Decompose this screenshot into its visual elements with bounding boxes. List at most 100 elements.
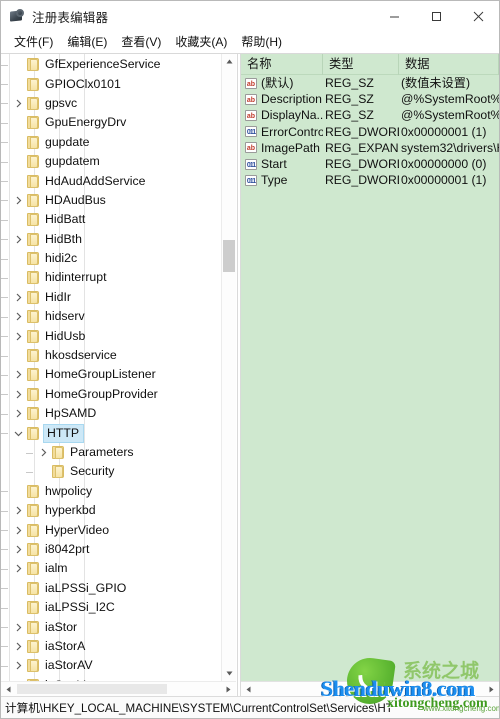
value-row[interactable]: ab DescriptionREG_SZ @%SystemRoot%\s xyxy=(241,91,499,107)
values-scroll-right-icon[interactable] xyxy=(484,682,499,697)
folder-icon xyxy=(51,465,66,479)
tree-item-hidinterrupt[interactable]: hidinterrupt xyxy=(1,268,221,287)
chevron-right-icon[interactable] xyxy=(11,623,26,632)
tree-item-hidbatt[interactable]: HidBatt xyxy=(1,210,221,229)
tree-item-hwpolicy[interactable]: hwpolicy xyxy=(1,482,221,501)
tree-item-hyperkbd[interactable]: hyperkbd xyxy=(1,501,221,520)
close-button[interactable] xyxy=(457,1,499,31)
menu-file[interactable]: 文件(F) xyxy=(7,32,60,52)
chevron-right-icon[interactable] xyxy=(11,526,26,535)
folder-icon xyxy=(26,601,41,615)
chevron-right-icon[interactable] xyxy=(11,661,26,670)
tree-item-iastor[interactable]: iaStor xyxy=(1,617,221,636)
tree-item-http[interactable]: HTTP xyxy=(1,423,221,443)
chevron-right-icon[interactable] xyxy=(36,448,51,457)
tree-item-ialpssi-i2c[interactable]: iaLPSSi_I2C xyxy=(1,598,221,617)
tree-item-parameters[interactable]: Parameters xyxy=(1,443,221,462)
value-name: Type xyxy=(261,173,288,188)
scroll-up-icon[interactable] xyxy=(222,54,236,69)
tree-item-homegroupprovider[interactable]: HomeGroupProvider xyxy=(1,385,221,404)
chevron-right-icon[interactable] xyxy=(11,642,26,651)
values-scroll-left-icon[interactable] xyxy=(241,682,256,697)
tree-item-label: HidBth xyxy=(45,231,82,246)
tree-horizontal-scrollbar[interactable] xyxy=(1,681,236,696)
chevron-right-icon[interactable] xyxy=(11,370,26,379)
tree-item-iastorav[interactable]: iaStorAV xyxy=(1,656,221,675)
tree-item-hidbth[interactable]: HidBth xyxy=(1,230,221,249)
value-row[interactable]: 011 ErrorControl REG_DWORD 0x00000001 (1) xyxy=(241,124,499,140)
registry-editor-icon xyxy=(9,8,25,24)
chevron-right-icon[interactable] xyxy=(11,312,26,321)
value-type: REG_DWORD xyxy=(325,124,399,139)
chevron-right-icon[interactable] xyxy=(11,564,26,573)
column-header-name[interactable]: 名称 xyxy=(241,54,323,75)
chevron-right-icon[interactable] xyxy=(11,390,26,399)
registry-tree-viewport[interactable]: GfExperienceService GPIOClx0101 gpsvc GpuEn… xyxy=(1,54,221,681)
tree-item-hidi2c[interactable]: hidi2c xyxy=(1,249,221,268)
column-header-data[interactable]: 数据 xyxy=(399,54,499,75)
tree-item-gpsvc[interactable]: gpsvc xyxy=(1,94,221,113)
value-row[interactable]: ab ImagePath REG_EXPAN...system32\drivers\… xyxy=(241,140,499,156)
chevron-right-icon[interactable] xyxy=(11,293,26,302)
tree-hscroll-thumb[interactable] xyxy=(17,684,167,694)
tree-item-hkosdservice[interactable]: hkosdservice xyxy=(1,346,221,365)
tree-item-label: HyperVideo xyxy=(45,522,110,537)
tree-item-ialpssi-gpio[interactable]: iaLPSSi_GPIO xyxy=(1,579,221,598)
tree-item-hidserv[interactable]: hidserv xyxy=(1,307,221,326)
column-header-type[interactable]: 类型 xyxy=(323,54,399,75)
value-data: @%SystemRoot%\s xyxy=(401,108,499,123)
chevron-down-icon[interactable] xyxy=(11,429,26,438)
tree-item-iastora[interactable]: iaStorA xyxy=(1,637,221,656)
tree-item-gpuenergydrv[interactable]: GpuEnergyDrv xyxy=(1,113,221,132)
chevron-right-icon[interactable] xyxy=(11,235,26,244)
registry-tree: GfExperienceService GPIOClx0101 gpsvc GpuEn… xyxy=(1,54,221,681)
chevron-right-icon[interactable] xyxy=(11,506,26,515)
value-row[interactable]: 011 Start REG_DWORD 0x00000000 (0) xyxy=(241,156,499,172)
chevron-right-icon[interactable] xyxy=(11,409,26,418)
tree-vertical-scrollbar[interactable] xyxy=(221,54,236,681)
scroll-right-icon[interactable] xyxy=(221,682,236,697)
value-row[interactable]: ab DisplayNa...REG_SZ @%SystemRoot%\s xyxy=(241,107,499,123)
tree-item-hdaudaddservice[interactable]: HdAudAddService xyxy=(1,171,221,190)
tree-item-gupdate[interactable]: gupdate xyxy=(1,133,221,152)
menu-favorites[interactable]: 收藏夹(A) xyxy=(168,32,234,52)
tree-item-hidusb[interactable]: HidUsb xyxy=(1,326,221,345)
tree-item-label: hkosdservice xyxy=(45,348,117,363)
maximize-button[interactable] xyxy=(415,1,457,31)
value-name: Description xyxy=(261,92,322,107)
tree-item-hpsamd[interactable]: HpSAMD xyxy=(1,404,221,423)
tree-item-i8042prt[interactable]: i8042prt xyxy=(1,540,221,559)
chevron-right-icon[interactable] xyxy=(11,196,26,205)
tree-item-hdaudbus[interactable]: HDAudBus xyxy=(1,191,221,210)
tree-item-ialm[interactable]: ialm xyxy=(1,559,221,578)
value-row[interactable]: ab (默认) REG_SZ (数值未设置) xyxy=(241,75,499,91)
tree-item-gfexperienceservice[interactable]: GfExperienceService xyxy=(1,55,221,74)
chevron-right-icon[interactable] xyxy=(11,332,26,341)
tree-item-label: hidserv xyxy=(45,309,85,324)
value-row[interactable]: 011 Type REG_DWORD 0x00000001 (1) xyxy=(241,172,499,188)
values-horizontal-scrollbar[interactable] xyxy=(241,681,499,696)
minimize-button[interactable] xyxy=(373,1,415,31)
tree-scroll-thumb[interactable] xyxy=(223,240,235,272)
tree-item-security[interactable]: Security xyxy=(1,462,221,481)
tree-item-hypervideo[interactable]: HyperVideo xyxy=(1,520,221,539)
menu-edit[interactable]: 编辑(E) xyxy=(60,32,114,52)
scroll-left-icon[interactable] xyxy=(1,682,16,697)
chevron-right-icon[interactable] xyxy=(11,99,26,108)
folder-icon xyxy=(26,504,41,518)
tree-item-label: HomeGroupProvider xyxy=(45,386,158,401)
value-type: REG_EXPAN... xyxy=(325,140,399,155)
menu-help[interactable]: 帮助(H) xyxy=(234,32,289,52)
menu-view[interactable]: 查看(V) xyxy=(114,32,168,52)
tree-item-homegrouplistener[interactable]: HomeGroupListener xyxy=(1,365,221,384)
scroll-down-icon[interactable] xyxy=(222,666,236,681)
tree-item-hidir[interactable]: HidIr xyxy=(1,288,221,307)
folder-icon xyxy=(26,271,41,285)
tree-item-label: hidi2c xyxy=(45,251,78,266)
tree-item-gpioclx0101[interactable]: GPIOClx0101 xyxy=(1,74,221,93)
registry-values-pane: 名称 类型 数据 ab (默认) REG_SZ (数值未设置) ab Descriptio… xyxy=(241,54,499,696)
tree-item-gupdatem[interactable]: gupdatem xyxy=(1,152,221,171)
chevron-right-icon[interactable] xyxy=(11,545,26,554)
folder-icon xyxy=(26,135,41,149)
folder-icon xyxy=(26,639,41,653)
